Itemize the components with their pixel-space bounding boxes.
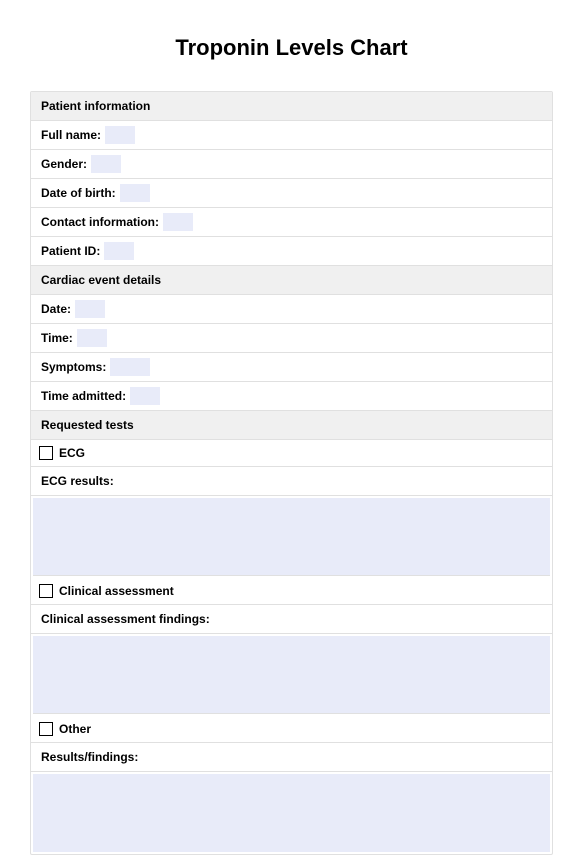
label-time: Time: bbox=[41, 331, 73, 345]
checkbox-other[interactable] bbox=[39, 722, 53, 736]
input-time[interactable] bbox=[77, 329, 107, 347]
section-requested-tests: Requested tests bbox=[31, 411, 552, 440]
field-date: Date: bbox=[31, 295, 552, 324]
form-container: Patient information Full name: Gender: D… bbox=[30, 91, 553, 855]
field-dob: Date of birth: bbox=[31, 179, 552, 208]
checkbox-clinical[interactable] bbox=[39, 584, 53, 598]
label-symptoms: Symptoms: bbox=[41, 360, 106, 374]
checkbox-row-clinical: Clinical assessment bbox=[31, 578, 552, 605]
textarea-clinical-results[interactable] bbox=[33, 636, 550, 714]
label-ecg-results: ECG results: bbox=[31, 467, 552, 496]
field-patient-id: Patient ID: bbox=[31, 237, 552, 266]
field-gender: Gender: bbox=[31, 150, 552, 179]
textarea-other-results[interactable] bbox=[33, 774, 550, 852]
field-time: Time: bbox=[31, 324, 552, 353]
input-symptoms[interactable] bbox=[110, 358, 150, 376]
label-patient-id: Patient ID: bbox=[41, 244, 100, 258]
checkbox-ecg[interactable] bbox=[39, 446, 53, 460]
input-gender[interactable] bbox=[91, 155, 121, 173]
input-full-name[interactable] bbox=[105, 126, 135, 144]
label-full-name: Full name: bbox=[41, 128, 101, 142]
field-time-admitted: Time admitted: bbox=[31, 382, 552, 411]
field-symptoms: Symptoms: bbox=[31, 353, 552, 382]
checkbox-row-ecg: ECG bbox=[31, 440, 552, 467]
input-contact[interactable] bbox=[163, 213, 193, 231]
label-ecg: ECG bbox=[59, 446, 85, 460]
label-other-results: Results/findings: bbox=[31, 743, 552, 772]
label-other: Other bbox=[59, 722, 91, 736]
section-cardiac-event: Cardiac event details bbox=[31, 266, 552, 295]
field-contact: Contact information: bbox=[31, 208, 552, 237]
label-clinical: Clinical assessment bbox=[59, 584, 174, 598]
input-time-admitted[interactable] bbox=[130, 387, 160, 405]
page-title: Troponin Levels Chart bbox=[30, 35, 553, 61]
input-dob[interactable] bbox=[120, 184, 150, 202]
label-date: Date: bbox=[41, 302, 71, 316]
input-date[interactable] bbox=[75, 300, 105, 318]
section-patient-info: Patient information bbox=[31, 92, 552, 121]
label-gender: Gender: bbox=[41, 157, 87, 171]
input-patient-id[interactable] bbox=[104, 242, 134, 260]
textarea-ecg-results[interactable] bbox=[33, 498, 550, 576]
checkbox-row-other: Other bbox=[31, 716, 552, 743]
label-contact: Contact information: bbox=[41, 215, 159, 229]
field-full-name: Full name: bbox=[31, 121, 552, 150]
label-dob: Date of birth: bbox=[41, 186, 116, 200]
label-clinical-results: Clinical assessment findings: bbox=[31, 605, 552, 634]
label-time-admitted: Time admitted: bbox=[41, 389, 126, 403]
